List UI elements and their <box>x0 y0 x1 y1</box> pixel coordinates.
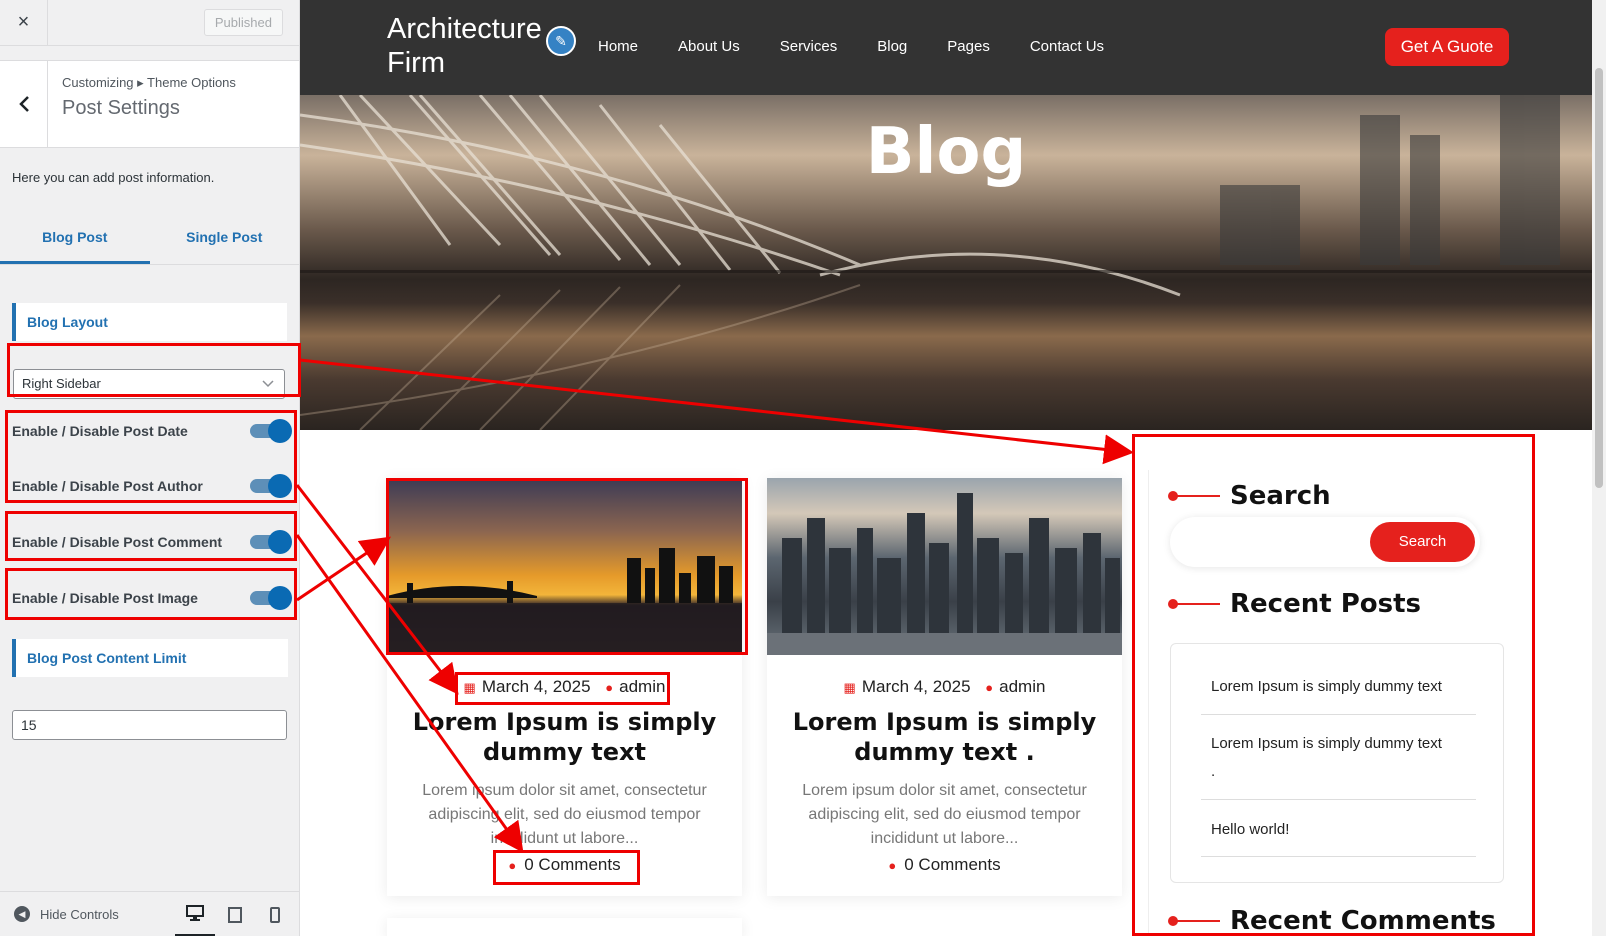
hide-controls-icon[interactable]: ◀ <box>14 906 30 922</box>
customizer-header-bar: × Published <box>0 0 299 46</box>
search-input[interactable]: Search <box>1170 517 1480 567</box>
recent-posts-title-text: Recent Posts <box>1230 589 1421 619</box>
blog-layout-select[interactable]: Right Sidebar <box>13 369 285 399</box>
recent-post-link-continuation[interactable]: . <box>1171 763 1215 780</box>
post-image-toggle[interactable] <box>250 586 292 610</box>
post-author[interactable]: admin <box>999 677 1045 696</box>
site-logo[interactable]: Architecture Firm <box>387 12 567 80</box>
toggle-row-post-comment: Enable / Disable Post Comment <box>0 514 300 570</box>
chevron-down-icon <box>262 370 274 398</box>
city-skyline-illustration <box>767 493 1122 655</box>
post-comments-count: 0 Comments <box>524 855 621 874</box>
bridge-skyline-illustration <box>387 548 742 655</box>
post-meta: ▦ March 4, 2025 ● admin <box>767 677 1122 697</box>
desktop-preview-icon[interactable] <box>175 892 215 936</box>
content-limit-heading: Blog Post Content Limit <box>12 639 288 677</box>
comments-icon: ● <box>888 858 897 873</box>
scrollbar-thumb[interactable] <box>1595 68 1603 488</box>
user-icon: ● <box>605 680 614 695</box>
main-nav: Home About Us Services Blog Pages Contac… <box>598 38 1144 55</box>
toggle-row-post-author: Enable / Disable Post Author <box>0 458 300 514</box>
post-date[interactable]: March 4, 2025 <box>482 677 591 696</box>
section-header: Customizing ▸ Theme Options Post Setting… <box>0 60 299 148</box>
settings-tabs: Blog Post Single Post <box>0 213 299 265</box>
post-card <box>387 918 742 936</box>
tab-single-post[interactable]: Single Post <box>150 213 300 264</box>
scrollbar[interactable] <box>1592 0 1606 936</box>
recent-posts-list: Lorem Ipsum is simply dummy text Lorem I… <box>1170 643 1504 883</box>
nav-pages[interactable]: Pages <box>947 38 990 55</box>
nav-contact-us[interactable]: Contact Us <box>1030 38 1104 55</box>
calendar-icon: ▦ <box>463 680 476 695</box>
customizer-panel: × Published Customizing ▸ Theme Options … <box>0 0 300 936</box>
toggle-label-post-date: Enable / Disable Post Date <box>12 423 188 439</box>
post-featured-image[interactable] <box>767 478 1122 655</box>
post-excerpt: Lorem ipsum dolor sit amet, consectetur … <box>422 782 707 847</box>
hero-banner-image: Blog <box>300 95 1592 430</box>
nav-blog[interactable]: Blog <box>877 38 907 55</box>
post-excerpt: Lorem ipsum dolor sit amet, consectetur … <box>802 782 1087 847</box>
customizer-footer: ◀ Hide Controls <box>0 891 300 936</box>
post-comments-count: 0 Comments <box>904 855 1001 874</box>
search-widget-title: Search <box>1168 481 1331 511</box>
post-meta: ▦ March 4, 2025 ● admin <box>387 677 742 697</box>
post-date-toggle[interactable] <box>250 419 292 443</box>
site-header: Architecture Firm ✎ Home About Us Servic… <box>300 0 1606 95</box>
comments-icon: ● <box>508 858 517 873</box>
mobile-preview-icon[interactable] <box>255 892 295 936</box>
post-author[interactable]: admin <box>619 677 665 696</box>
toggle-row-post-image: Enable / Disable Post Image <box>0 570 300 626</box>
post-card: ▦ March 4, 2025 ● admin Lorem Ipsum is sim… <box>767 478 1122 896</box>
back-arrow-icon[interactable] <box>0 61 48 147</box>
hide-controls-button[interactable]: Hide Controls <box>40 907 119 922</box>
recent-posts-title: Recent Posts <box>1168 589 1421 619</box>
nav-services[interactable]: Services <box>780 38 838 55</box>
get-a-quote-button[interactable]: Get A Guote <box>1385 28 1509 66</box>
toggle-label-post-comment: Enable / Disable Post Comment <box>12 534 223 550</box>
section-title: Post Settings <box>62 97 180 119</box>
post-comments[interactable]: ● 0 Comments <box>767 855 1122 875</box>
search-widget-title-text: Search <box>1230 481 1331 511</box>
page-title: Blog <box>865 115 1027 189</box>
recent-post-link[interactable]: Lorem Ipsum is simply dummy text <box>1171 678 1442 695</box>
post-card: ▦ March 4, 2025 ● admin Lorem Ipsum is sim… <box>387 478 742 896</box>
post-title[interactable]: Lorem Ipsum is simply dummy text <box>405 707 724 767</box>
site-preview: Architecture Firm ✎ Home About Us Servic… <box>300 0 1606 936</box>
user-icon: ● <box>985 680 994 695</box>
edit-pencil-icon[interactable]: ✎ <box>546 26 576 56</box>
recent-post-link[interactable]: Lorem Ipsum is simply dummy text <box>1171 735 1442 752</box>
tablet-preview-icon[interactable] <box>215 892 255 936</box>
toggle-label-post-image: Enable / Disable Post Image <box>12 590 198 606</box>
toggle-label-post-author: Enable / Disable Post Author <box>12 478 203 494</box>
post-author-toggle[interactable] <box>250 474 292 498</box>
content-limit-input[interactable]: 15 <box>12 710 287 740</box>
blog-sidebar: Search Search Recent Posts Lorem Ipsum i… <box>1128 435 1508 936</box>
post-comments[interactable]: ● 0 Comments <box>387 855 742 875</box>
breadcrumb: Customizing ▸ Theme Options <box>62 75 236 90</box>
published-button[interactable]: Published <box>203 9 283 36</box>
nav-home[interactable]: Home <box>598 38 638 55</box>
post-featured-image[interactable] <box>387 478 742 655</box>
recent-comments-title: Recent Comments <box>1168 906 1496 936</box>
tab-blog-post[interactable]: Blog Post <box>0 213 150 264</box>
close-icon[interactable]: × <box>0 0 48 46</box>
post-title[interactable]: Lorem Ipsum is simply dummy text . <box>785 707 1104 767</box>
recent-post-link[interactable]: Hello world! <box>1171 821 1289 838</box>
blog-layout-select-value: Right Sidebar <box>22 376 101 391</box>
search-button[interactable]: Search <box>1370 522 1475 562</box>
nav-about-us[interactable]: About Us <box>678 38 740 55</box>
toggle-row-post-date: Enable / Disable Post Date <box>0 403 300 459</box>
section-description: Here you can add post information. <box>12 170 215 185</box>
post-comment-toggle[interactable] <box>250 530 292 554</box>
calendar-icon: ▦ <box>843 680 856 695</box>
recent-comments-title-text: Recent Comments <box>1230 906 1496 936</box>
blog-layout-heading: Blog Layout <box>12 303 287 341</box>
post-date[interactable]: March 4, 2025 <box>862 677 971 696</box>
